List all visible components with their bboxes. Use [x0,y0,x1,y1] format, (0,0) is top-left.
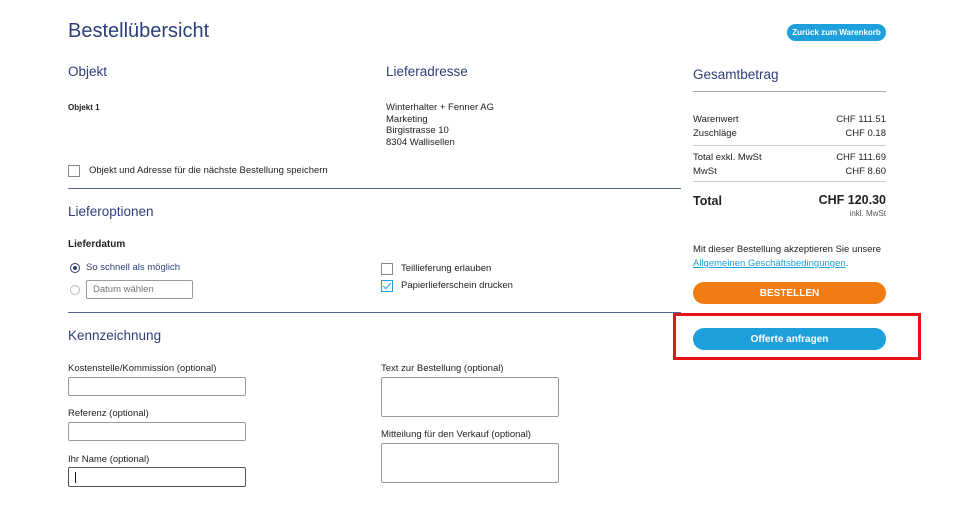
radio-date[interactable] [70,285,80,295]
teillieferung-checkbox[interactable] [381,263,393,275]
summary-divider [693,145,886,146]
objekt-value: Objekt 1 [68,103,100,112]
lieferoptionen-heading: Lieferoptionen [68,204,154,219]
text-textarea[interactable] [381,377,559,417]
address-line: Birgistrasse 10 [386,125,449,136]
referenz-label: Referenz (optional) [68,408,149,419]
save-address-checkbox[interactable] [68,165,80,177]
summary-heading: Gesamtbetrag [693,67,779,82]
address-line: Winterhalter + Fenner AG [386,102,494,113]
summary-value: CHF 0.18 [845,128,886,139]
radio-asap-label: So schnell als möglich [86,262,180,273]
order-button[interactable]: BESTELLEN [693,282,886,304]
page-title: Bestellübersicht [68,20,210,42]
summary-value: CHF 8.60 [845,166,886,177]
total-label: Total [693,194,722,208]
papierlieferschein-checkbox[interactable] [381,280,393,292]
request-quote-button[interactable]: Offerte anfragen [693,328,886,350]
summary-value: CHF 111.51 [836,114,886,125]
date-input[interactable] [86,280,193,299]
kostenstelle-input[interactable] [68,377,246,396]
address-line: 8304 Wallisellen [386,136,455,148]
agb-link[interactable]: Allgemeinen Geschäftsbedingungen [693,258,846,269]
papierlieferschein-label: Papierlieferschein drucken [401,280,513,291]
summary-label: Warenwert [693,114,739,125]
name-input[interactable] [68,467,246,487]
agb-text: Mit dieser Bestellung akzeptieren Sie un… [693,244,881,255]
teillieferung-label: Teillieferung erlauben [401,263,492,274]
section-divider [68,188,681,189]
summary-divider [693,181,886,182]
radio-asap[interactable] [70,263,80,273]
text-label: Text zur Bestellung (optional) [381,363,504,374]
text-cursor [75,472,76,483]
back-to-cart-button[interactable]: Zurück zum Warenkorb [787,24,886,41]
save-address-label: Objekt und Adresse für die nächste Beste… [89,165,328,176]
kostenstelle-label: Kostenstelle/Kommission (optional) [68,363,217,374]
agb-line: Allgemeinen Geschäftsbedingungen. [693,258,848,269]
section-divider [68,312,681,313]
lieferdatum-label: Lieferdatum [68,239,126,250]
address-line: Marketing [386,113,428,125]
objekt-heading: Objekt [68,64,108,79]
total-note: inkl. MwSt [849,209,886,218]
mitteilung-label: Mitteilung für den Verkauf (optional) [381,429,531,440]
summary-value: CHF 111.69 [836,152,886,163]
lieferadresse-block: Winterhalter + Fenner AG Marketing Birgi… [386,102,494,148]
kennzeichnung-heading: Kennzeichnung [68,328,162,343]
agb-period: . [845,258,849,269]
summary-label: MwSt [693,166,717,177]
mitteilung-textarea[interactable] [381,443,559,483]
referenz-input[interactable] [68,422,246,441]
total-value: CHF 120.30 [818,193,886,207]
lieferadresse-heading: Lieferadresse [386,64,468,79]
summary-label: Zuschläge [693,128,737,139]
summary-divider [693,91,886,92]
summary-label: Total exkl. MwSt [693,152,762,163]
name-label: Ihr Name (optional) [68,454,150,465]
